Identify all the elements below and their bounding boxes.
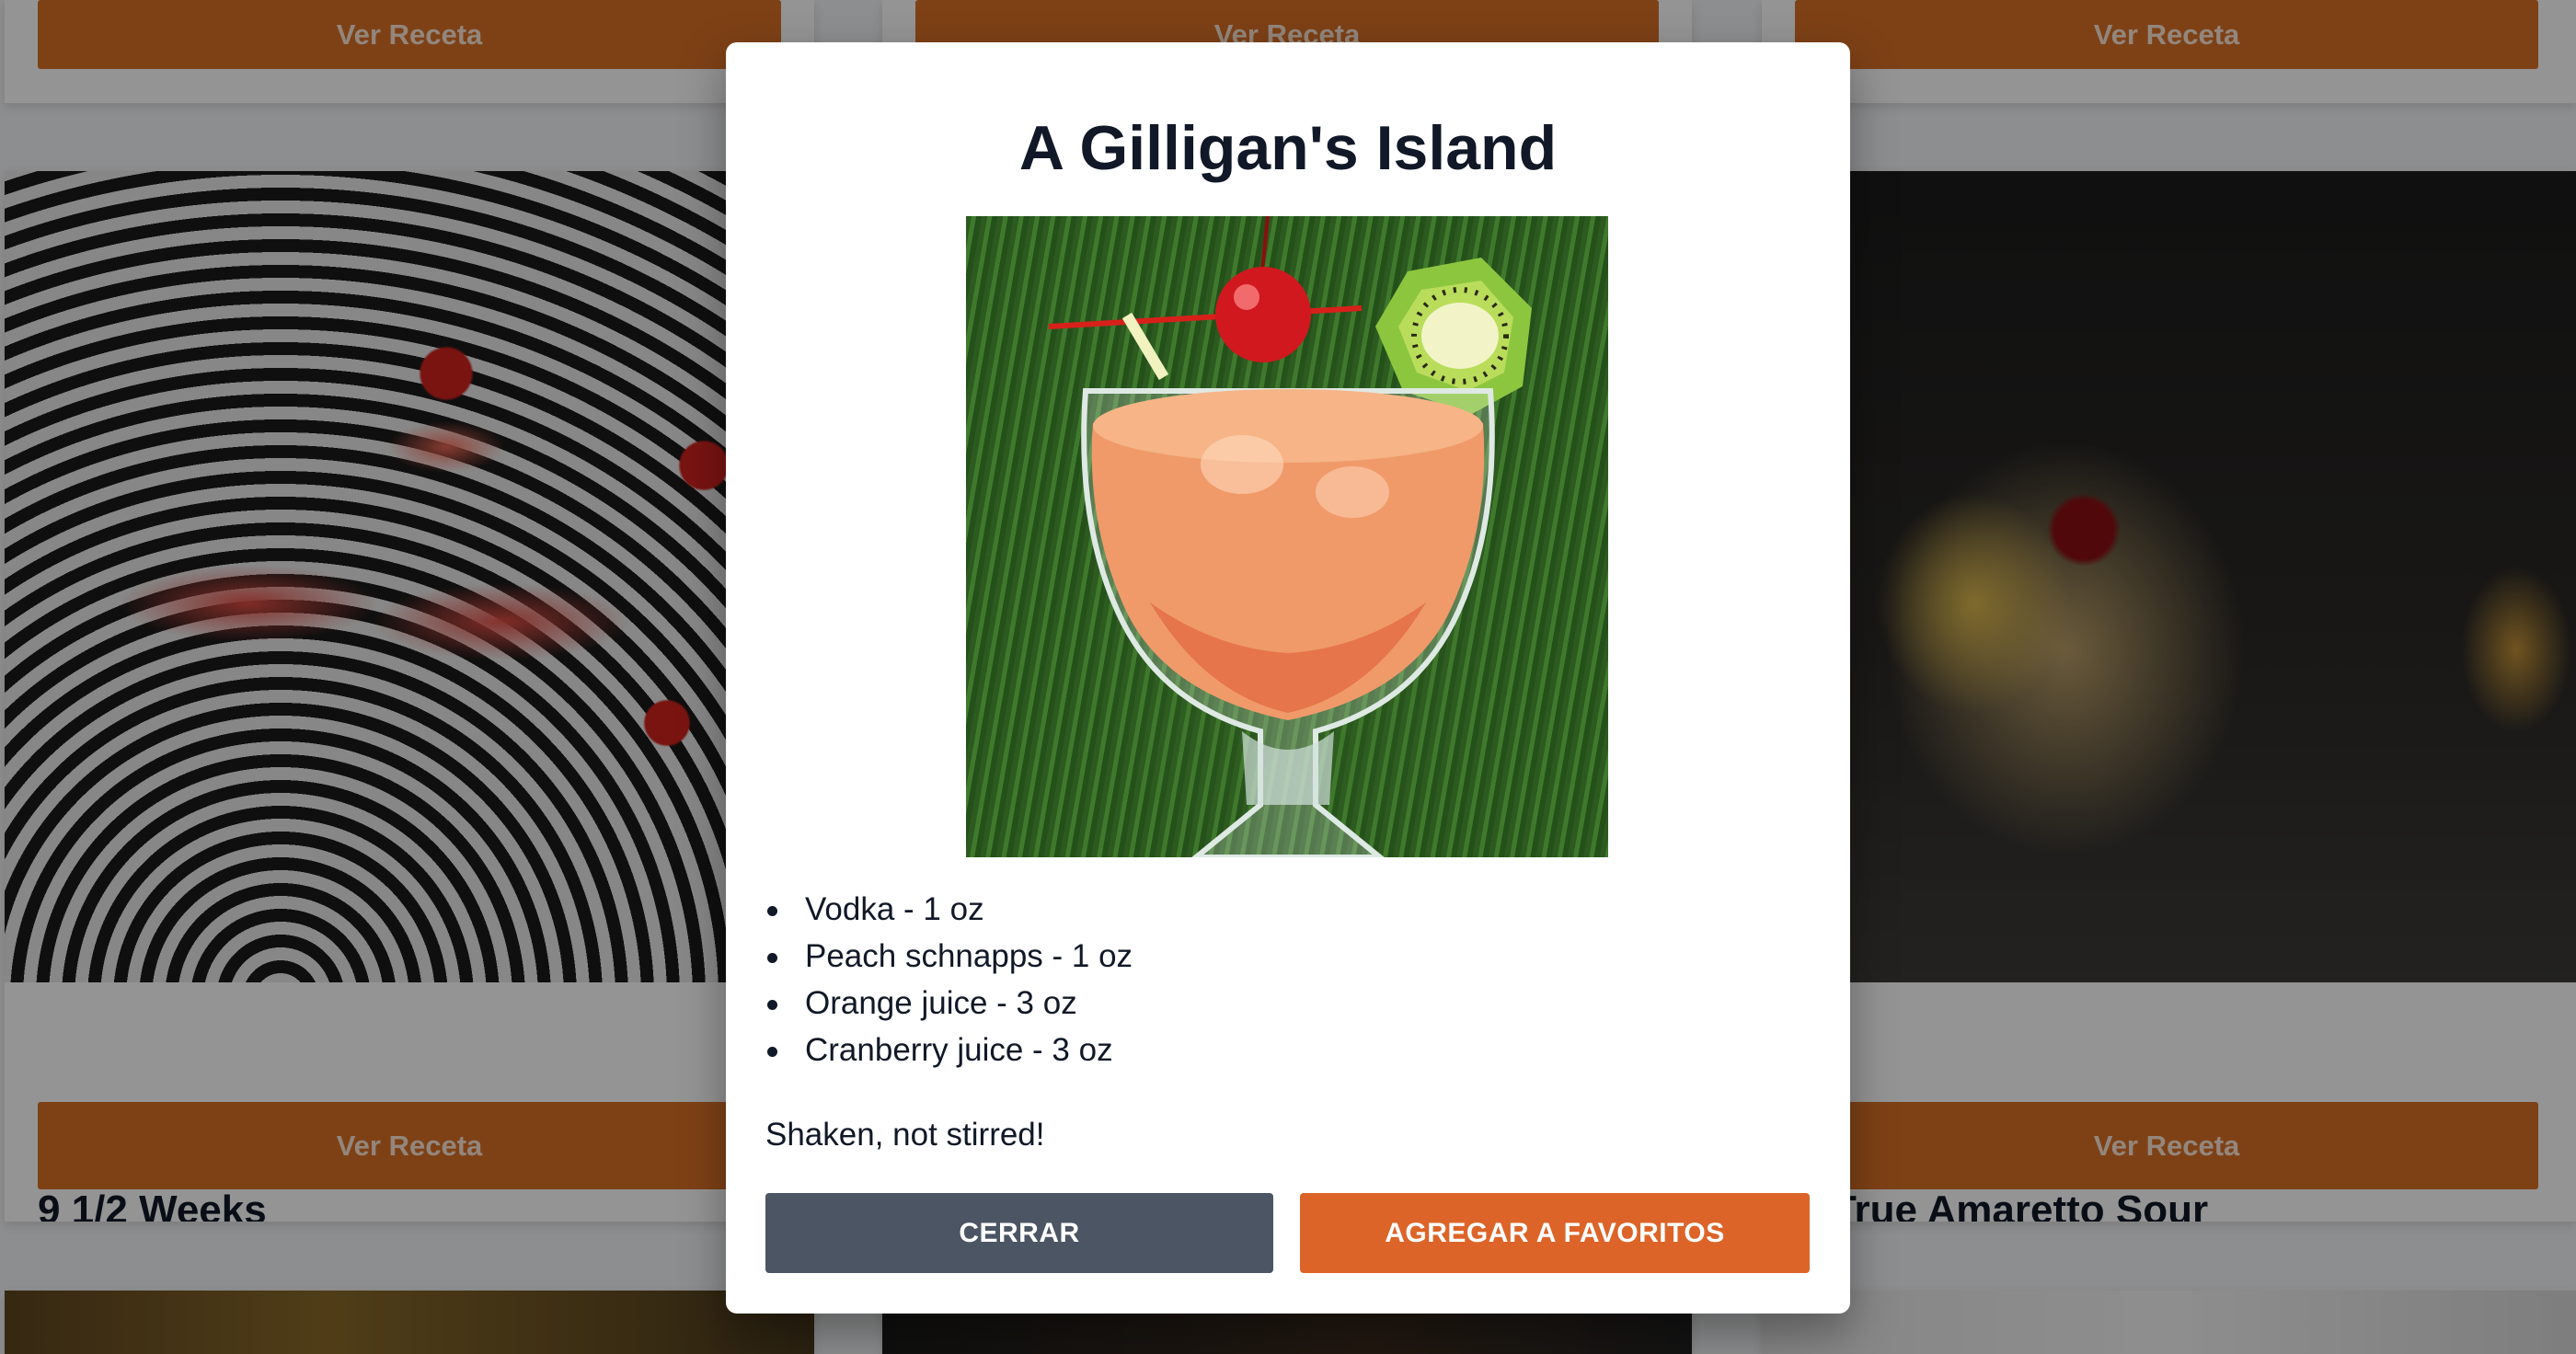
ingredient-item: Orange juice - 3 oz <box>765 980 1133 1027</box>
recipe-instructions: Shaken, not stirred! <box>765 1117 1045 1153</box>
close-button[interactable]: CERRAR <box>765 1193 1273 1273</box>
ingredient-list: Vodka - 1 oz Peach schnapps - 1 oz Orang… <box>765 886 1133 1073</box>
cocktail-photo <box>966 216 1608 857</box>
modal-title: A Gilligan's Island <box>1018 113 1558 183</box>
recipe-modal: A Gilligan's Island Vodka - 1 oz Peach s… <box>726 42 1850 1314</box>
add-to-favorites-button[interactable]: AGREGAR A FAVORITOS <box>1300 1193 1810 1273</box>
ingredient-item: Cranberry juice - 3 oz <box>765 1027 1133 1073</box>
ingredient-item: Peach schnapps - 1 oz <box>765 933 1133 980</box>
ingredient-item: Vodka - 1 oz <box>765 886 1133 933</box>
cocktail-illustration <box>1048 216 1532 857</box>
